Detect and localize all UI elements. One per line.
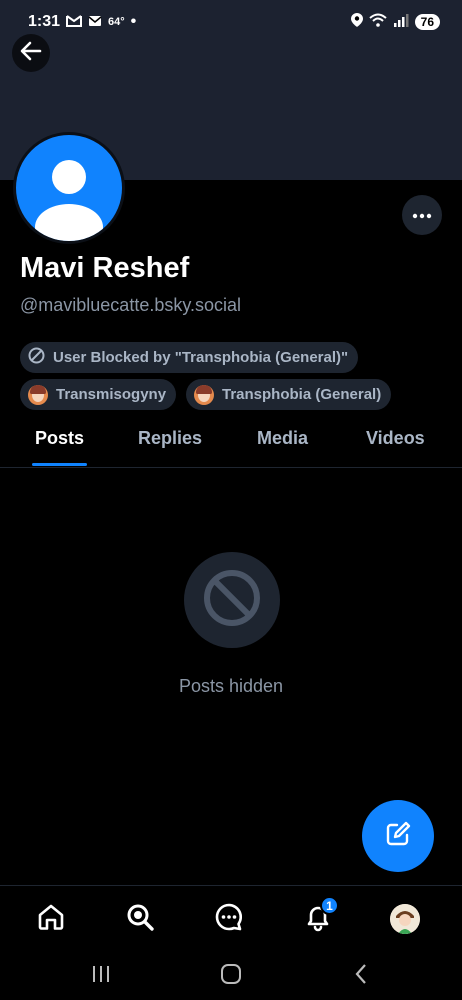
status-right: 76 [350, 13, 440, 31]
tab-replies[interactable]: Replies [138, 428, 202, 449]
nav-home[interactable] [34, 902, 68, 936]
nav-chat[interactable] [212, 902, 246, 936]
gmail-icon [66, 14, 83, 31]
battery-indicator: 76 [414, 14, 440, 30]
system-back-button[interactable] [346, 961, 376, 991]
compose-button[interactable] [362, 800, 434, 872]
label-chip-transphobia[interactable]: Transphobia (General) [186, 379, 392, 410]
search-icon [125, 902, 155, 937]
nav-profile[interactable] [388, 902, 422, 936]
nav-notifications[interactable]: 1 [301, 896, 339, 936]
recent-apps-icon [90, 964, 112, 989]
dot-icon: • [130, 13, 137, 30]
ellipsis-icon [412, 206, 432, 224]
more-options-button[interactable] [402, 195, 442, 235]
profile-avatar[interactable] [13, 132, 125, 244]
recent-apps-button[interactable] [86, 961, 116, 991]
status-left: 1:31 64° • [28, 13, 136, 31]
chat-icon [214, 902, 244, 937]
location-icon [350, 13, 363, 31]
label-chip-text: User Blocked by "Transphobia (General)" [53, 349, 349, 366]
labeler-avatar [28, 384, 48, 405]
tab-posts[interactable]: Posts [35, 428, 84, 449]
labeler-avatar [194, 384, 214, 405]
profile-tabs: Posts Replies Media Videos [0, 414, 462, 468]
profile-handle: @mavibluecatte.bsky.social [20, 295, 242, 315]
default-avatar-icon [16, 135, 122, 241]
profile-avatar-small [390, 904, 420, 934]
home-button[interactable] [216, 961, 246, 991]
nav-search[interactable] [123, 902, 157, 936]
active-tab-indicator [32, 463, 87, 466]
tab-media[interactable]: Media [257, 428, 308, 449]
label-chip-text: Transmisogyny [56, 386, 167, 403]
label-chip-transmisogyny[interactable]: Transmisogyny [20, 379, 177, 410]
wifi-icon [368, 13, 387, 31]
arrow-left-icon [20, 41, 42, 66]
status-bar: 1:31 64° • 76 [0, 0, 462, 44]
home-circle-icon [220, 963, 242, 990]
status-time: 1:31 [28, 13, 61, 30]
home-icon [36, 902, 66, 937]
tab-videos[interactable]: Videos [366, 428, 425, 449]
display-name: Mavi Reshef [20, 252, 190, 284]
status-temperature: 64° [108, 16, 125, 28]
label-chip-blocked[interactable]: User Blocked by "Transphobia (General)" [20, 342, 359, 373]
chevron-left-icon [353, 963, 369, 990]
bottom-nav: 1 [0, 885, 462, 953]
system-nav-bar [0, 953, 462, 1000]
mail-icon [88, 14, 102, 31]
block-icon [28, 347, 45, 368]
compose-icon [384, 820, 412, 853]
signal-icon [393, 13, 409, 31]
label-chip-text: Transphobia (General) [222, 386, 382, 403]
notification-badge: 1 [320, 896, 339, 915]
posts-hidden-icon-container [184, 552, 280, 648]
posts-hidden-message: Posts hidden [178, 676, 284, 696]
block-icon [202, 568, 262, 633]
